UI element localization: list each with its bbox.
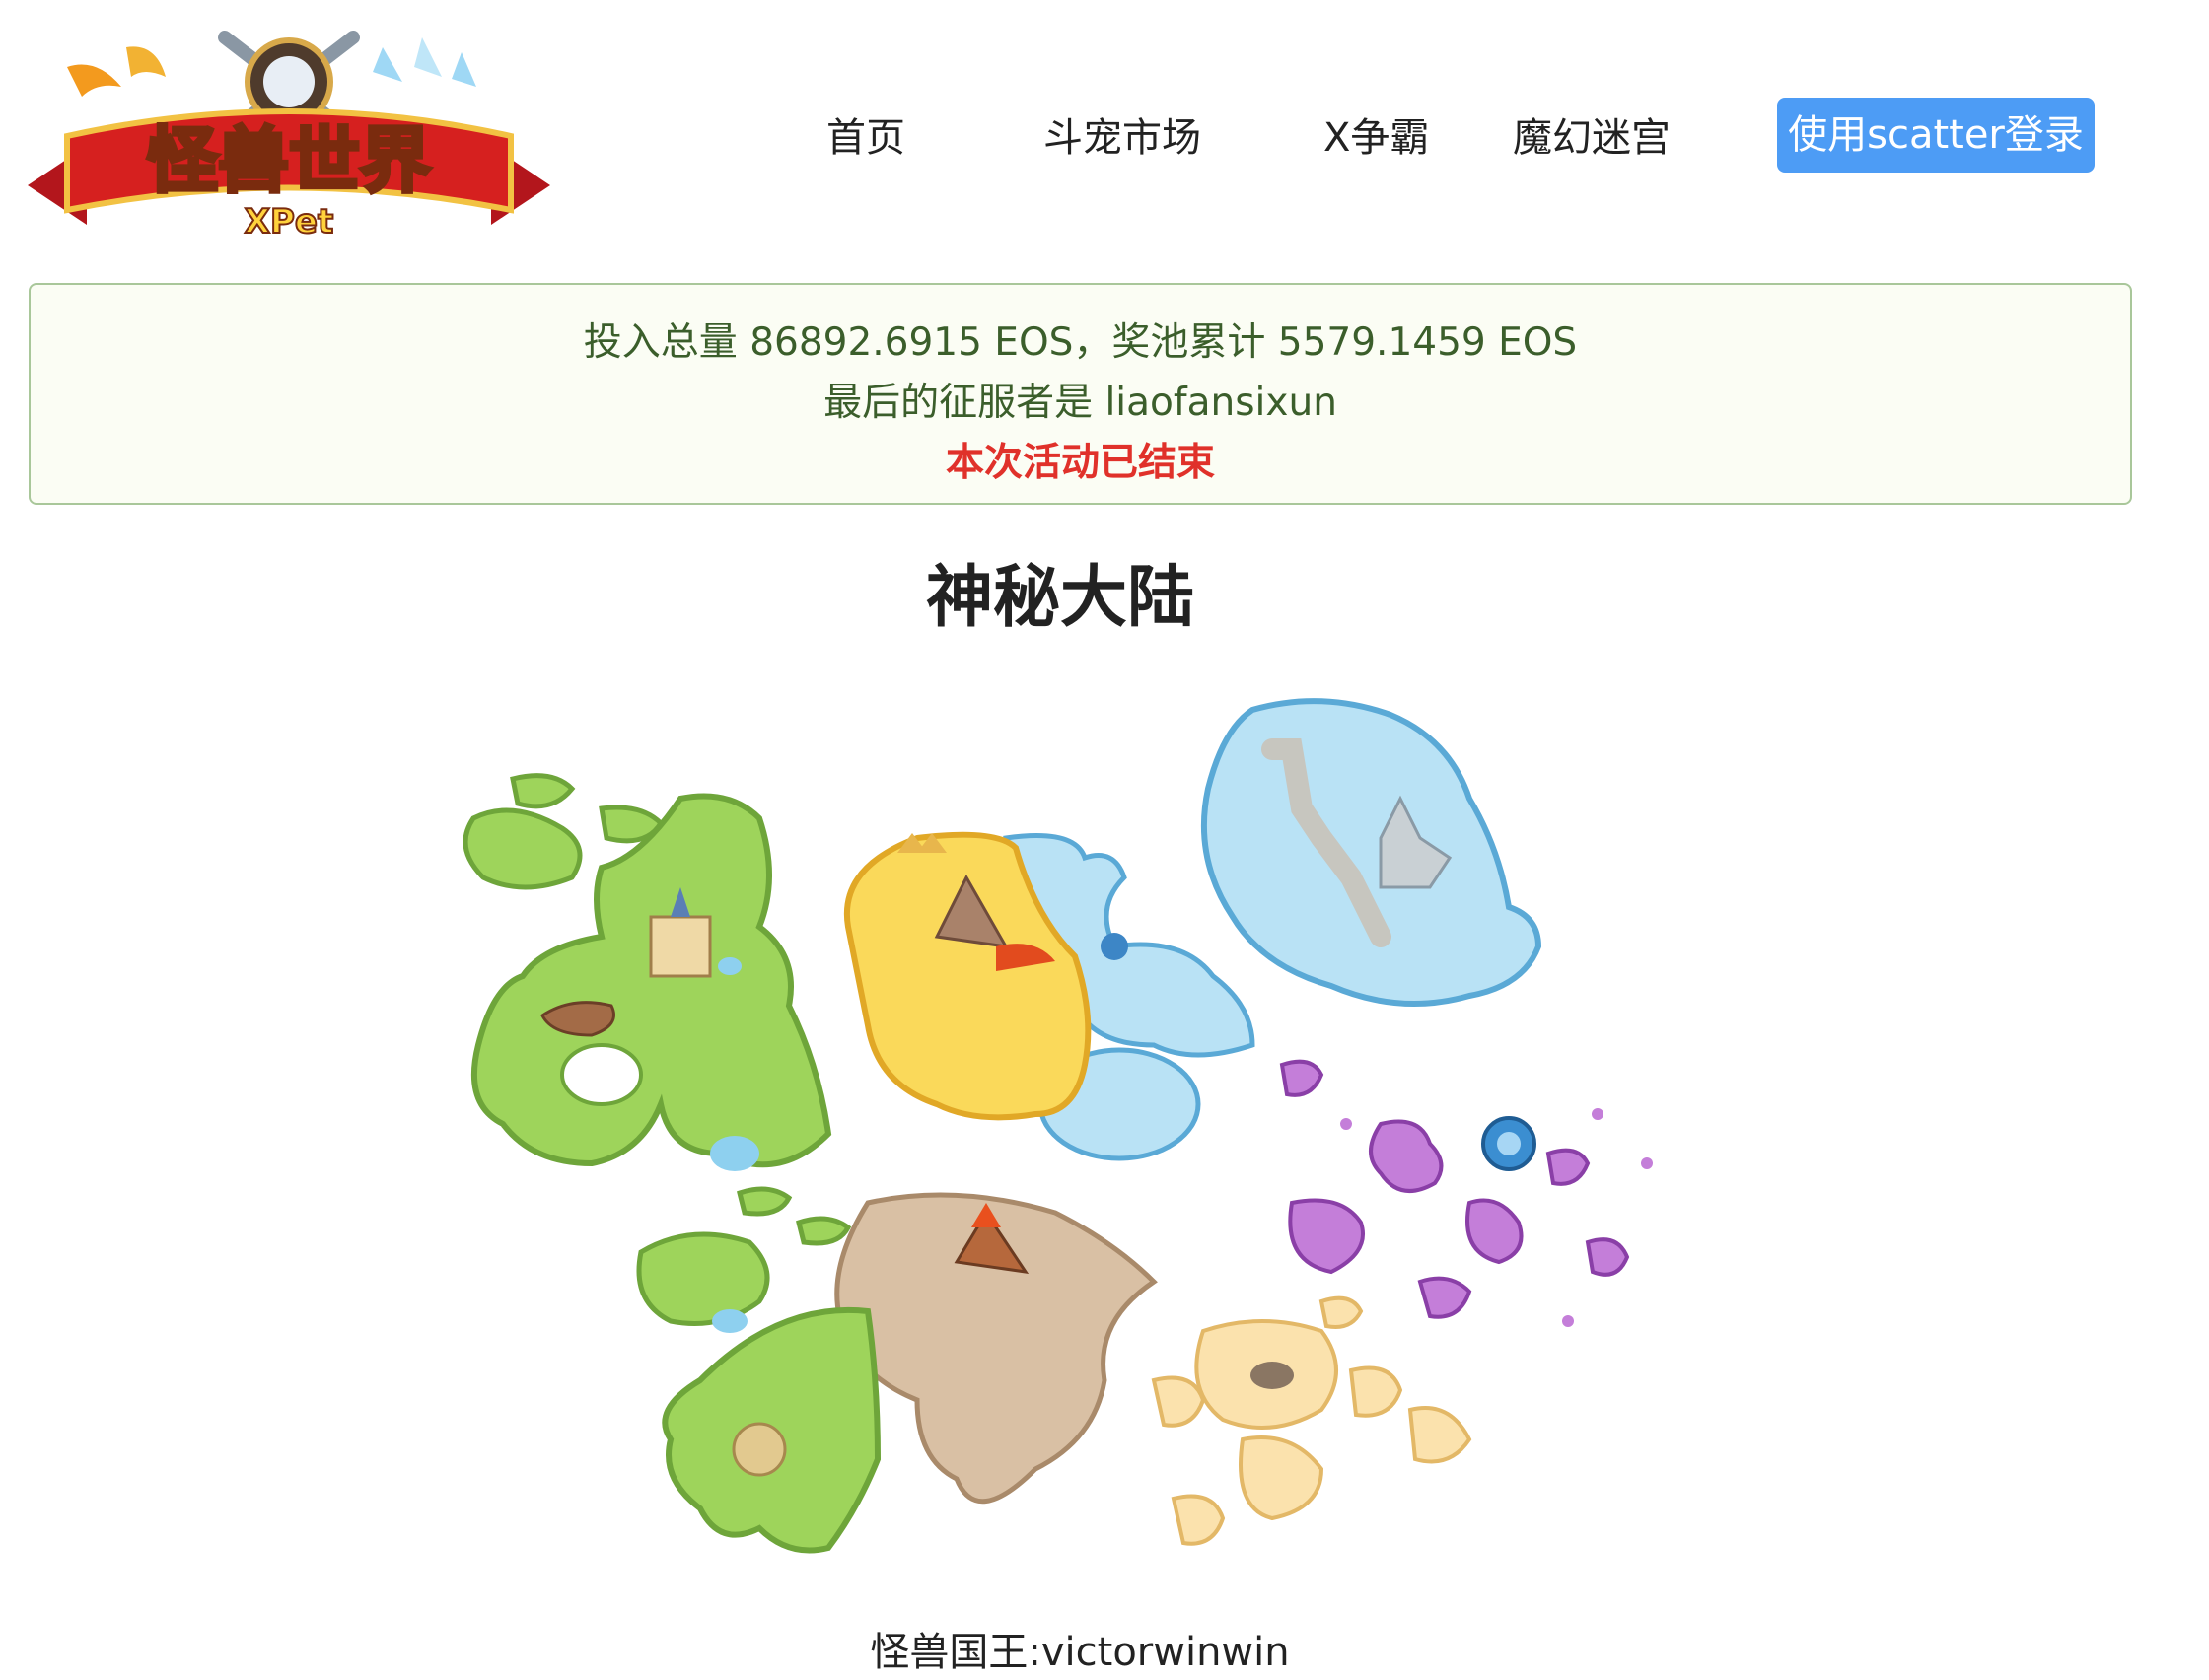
magic-islands-region[interactable] <box>1279 1059 1653 1327</box>
nav-maze[interactable]: 魔幻迷宫 <box>1513 99 1671 177</box>
map-title: 神秘大陆 <box>925 559 1194 637</box>
investment-summary: 投入总量 86892.6915 EOS，奖池累计 5579.1459 EOS <box>583 320 1578 365</box>
nav-market[interactable]: 斗宠市场 <box>1043 99 1201 177</box>
scatter-login-button[interactable]: 使用scatter登录 <box>1777 98 2095 173</box>
last-conqueror: 最后的征服者是 liaofansixun <box>823 381 1337 425</box>
sand-isles-region[interactable] <box>1151 1295 1472 1546</box>
nav-home[interactable]: 首页 <box>826 99 905 177</box>
grassland-region[interactable] <box>463 773 832 1171</box>
nav-x-battle[interactable]: X争霸 <box>1323 99 1429 177</box>
event-info-panel: 投入总量 86892.6915 EOS，奖池累计 5579.1459 EOS 最… <box>29 283 2132 505</box>
volcano-region[interactable] <box>636 1186 1158 1554</box>
ice-sea-region[interactable] <box>1003 698 1542 1161</box>
logo-subtitle: XPet <box>245 202 333 240</box>
continent-map[interactable] <box>404 690 1755 1587</box>
event-status: 本次活动已结束 <box>945 441 1215 485</box>
